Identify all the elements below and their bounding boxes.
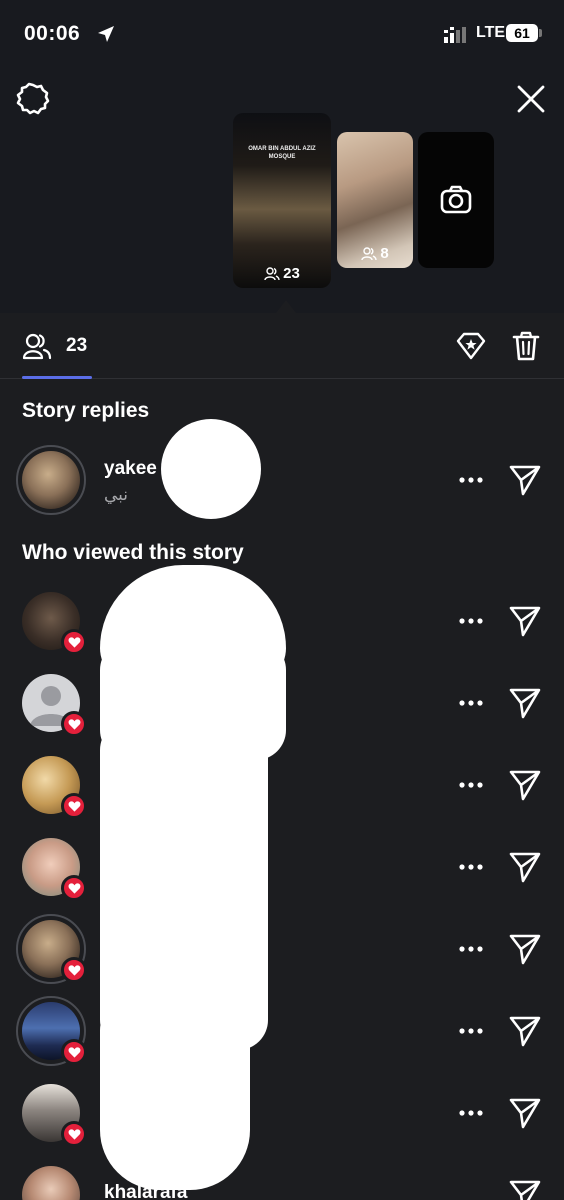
- liked-heart-badge: [61, 875, 87, 901]
- viewer-row[interactable]: [0, 996, 564, 1078]
- reply-message: نبي: [104, 485, 129, 504]
- avatar[interactable]: [16, 750, 87, 820]
- redaction-mark: [100, 1000, 250, 1190]
- viewers-icon: [22, 333, 52, 360]
- replies-section-title: Story replies: [22, 399, 150, 422]
- liked-heart-badge: [61, 793, 87, 819]
- heart-icon: [68, 964, 80, 976]
- story-thumbnail-current[interactable]: OMAR BIN ABDUL AZIZ MOSQUE 23: [233, 113, 331, 288]
- send-message-icon[interactable]: [508, 850, 542, 884]
- send-message-icon[interactable]: [508, 768, 542, 802]
- signal-icon: [444, 27, 466, 43]
- heart-icon: [68, 718, 80, 730]
- camera-icon: [440, 185, 472, 214]
- more-options-icon[interactable]: [458, 944, 484, 954]
- avatar[interactable]: [16, 996, 87, 1066]
- liked-heart-badge: [61, 1121, 87, 1147]
- battery-level: 61: [506, 24, 538, 42]
- heart-icon: [68, 1128, 80, 1140]
- location-arrow-icon: [98, 26, 114, 42]
- send-message-icon[interactable]: [508, 1178, 542, 1200]
- liked-heart-badge: [61, 629, 87, 655]
- liked-heart-badge: [61, 1039, 87, 1065]
- close-icon[interactable]: [514, 82, 548, 116]
- avatar[interactable]: [16, 1160, 86, 1200]
- avatar[interactable]: [16, 832, 87, 902]
- viewer-row[interactable]: [0, 750, 564, 832]
- status-bar: 00:06 LTE 61: [0, 0, 564, 70]
- active-tab-indicator: [22, 376, 92, 379]
- highlight-diamond-icon[interactable]: [454, 329, 488, 363]
- more-options-icon[interactable]: [458, 475, 484, 485]
- heart-icon: [68, 1046, 80, 1058]
- heart-icon: [68, 800, 80, 812]
- battery-tip: [539, 29, 542, 37]
- liked-heart-badge: [61, 957, 87, 983]
- settings-icon[interactable]: [16, 82, 50, 116]
- send-message-icon[interactable]: [508, 686, 542, 720]
- more-options-icon[interactable]: [458, 616, 484, 626]
- reply-username[interactable]: yakee: [104, 458, 157, 480]
- send-message-icon[interactable]: [508, 1096, 542, 1130]
- send-message-icon[interactable]: [508, 932, 542, 966]
- more-options-icon[interactable]: [458, 1108, 484, 1118]
- viewer-row[interactable]: [0, 1078, 564, 1160]
- avatar[interactable]: [16, 1078, 87, 1148]
- more-options-icon[interactable]: [458, 698, 484, 708]
- tab-viewers[interactable]: 23: [22, 331, 87, 361]
- more-options-icon[interactable]: [458, 1026, 484, 1036]
- avatar[interactable]: [16, 445, 86, 515]
- viewer-row[interactable]: [0, 914, 564, 996]
- send-message-icon[interactable]: [508, 604, 542, 638]
- send-message-icon[interactable]: [508, 463, 542, 497]
- send-message-icon[interactable]: [508, 1014, 542, 1048]
- add-story-camera[interactable]: [418, 132, 494, 268]
- viewers-icon: [361, 246, 378, 260]
- network-type: LTE: [476, 24, 506, 41]
- more-options-icon[interactable]: [458, 780, 484, 790]
- story-viewer-count: 8: [337, 245, 413, 262]
- redaction-mark: [161, 419, 261, 519]
- liked-heart-badge: [61, 711, 87, 737]
- viewers-section-title: Who viewed this story: [22, 541, 244, 564]
- avatar[interactable]: [16, 586, 87, 656]
- heart-icon: [68, 882, 80, 894]
- viewer-count: 23: [66, 335, 88, 356]
- viewer-row[interactable]: khalarafa: [0, 1160, 564, 1200]
- selected-story-pointer: [276, 300, 296, 313]
- reply-row[interactable]: yakee نبي: [0, 445, 564, 527]
- heart-icon: [68, 636, 80, 648]
- status-time: 00:06: [24, 22, 81, 45]
- viewers-icon: [264, 266, 280, 280]
- viewer-row[interactable]: [0, 832, 564, 914]
- story-viewer-count: 23: [233, 265, 331, 282]
- avatar[interactable]: [16, 668, 87, 738]
- trash-icon[interactable]: [510, 330, 542, 362]
- story-thumbnail-2[interactable]: 8: [337, 132, 413, 268]
- avatar[interactable]: [16, 914, 87, 984]
- story-caption: OMAR BIN ABDUL AZIZ MOSQUE: [248, 146, 316, 160]
- more-options-icon[interactable]: [458, 862, 484, 872]
